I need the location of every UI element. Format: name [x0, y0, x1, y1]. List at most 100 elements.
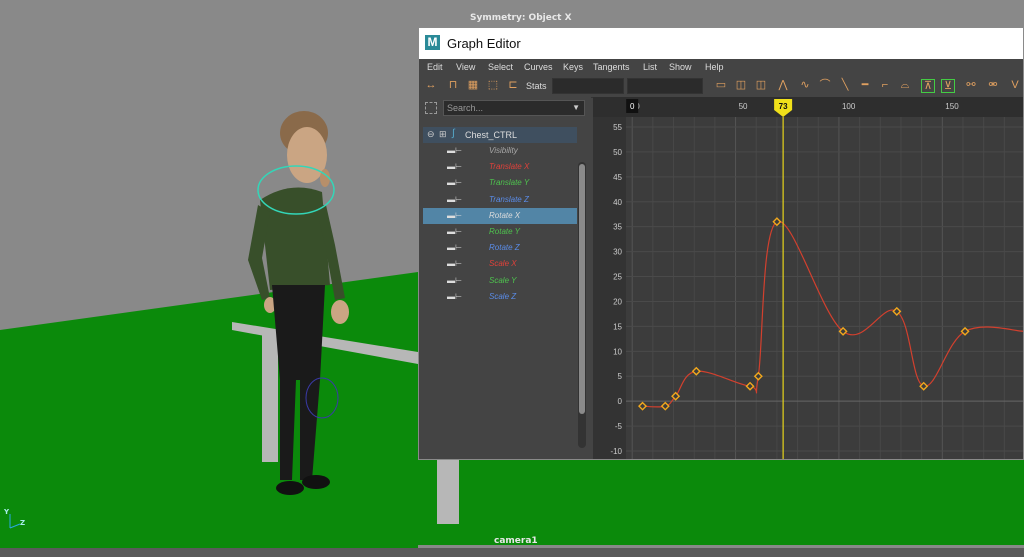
vertical-scroll-thumb[interactable]: [579, 164, 585, 414]
menu-bar: Edit View Select Curves Keys Tangents Li…: [419, 59, 1023, 75]
unify-tangents-icon[interactable]: ⊻: [941, 79, 955, 93]
search-placeholder: Search...: [447, 103, 484, 113]
vertical-scrollbar[interactable]: [578, 162, 586, 448]
value-tick-label: 0: [618, 397, 623, 406]
frame-selection-icon[interactable]: ◫: [735, 79, 747, 91]
attribute-label: Rotate X: [489, 210, 521, 220]
attribute-channel-icon: ▬⊢: [447, 243, 462, 253]
attribute-channel-icon: ▬⊢: [447, 162, 462, 172]
value-tick-label: 35: [613, 223, 622, 232]
frame-all-icon[interactable]: ▭: [715, 79, 727, 91]
attribute-channel-icon: ▬⊢: [447, 146, 462, 155]
frame-tick-label: 50: [739, 102, 748, 111]
free-tangent-weight-icon[interactable]: ⚯: [965, 79, 977, 91]
attribute-channel-icon: ▬⊢: [447, 259, 462, 269]
attribute-row[interactable]: ▬⊢ Translate Z: [423, 192, 577, 208]
attribute-row[interactable]: ▬⊢ Rotate X: [423, 207, 577, 224]
axis-y-label: Y: [4, 508, 10, 516]
move-key-icon[interactable]: ↔: [425, 79, 437, 91]
menu-keys[interactable]: Keys: [563, 62, 583, 72]
graph-view[interactable]: 0501001505550454035302520151050-5-10073: [593, 97, 1024, 460]
value-tick-label: 10: [613, 347, 622, 356]
curve-graph[interactable]: 0501001505550454035302520151050-5-10073: [593, 97, 1024, 460]
outliner-panel: Search... ▼ ⊖ ⊞ ∫ Chest_CTRL ▬⊢ Visibilit…: [419, 97, 591, 459]
rail-post-right: [437, 456, 459, 524]
menu-tangents[interactable]: Tangents: [593, 62, 630, 72]
maya-logo-icon: M: [425, 35, 440, 50]
attribute-label: Visibility: [489, 146, 518, 155]
collapse-icon[interactable]: ⊖: [427, 129, 435, 140]
retime-icon[interactable]: ⊏: [507, 79, 519, 91]
frame-tick-label: 100: [842, 102, 856, 111]
menu-view[interactable]: View: [456, 62, 475, 72]
right-shoe: [302, 475, 330, 489]
value-tick-label: 25: [613, 273, 622, 282]
break-tangents-icon[interactable]: ⊼: [921, 79, 935, 93]
camera-label: camera1: [494, 536, 538, 546]
attribute-label: Translate Y: [489, 178, 530, 188]
lock-tangent-weight-icon[interactable]: ⚮: [987, 79, 999, 91]
attribute-row[interactable]: ▬⊢ Scale Z: [423, 289, 577, 305]
attribute-row[interactable]: ▬⊢ Rotate Y: [423, 224, 577, 240]
spline-tangent-icon[interactable]: ∿: [799, 79, 811, 91]
frame-tick-label: 150: [945, 102, 959, 111]
insert-key-icon[interactable]: ⊓: [447, 79, 459, 91]
attribute-row[interactable]: ▬⊢ Rotate Z: [423, 240, 577, 256]
plateau-tangent-icon[interactable]: ⌓: [899, 79, 911, 91]
search-dropdown-icon[interactable]: ▼: [572, 103, 580, 112]
stats-value-field[interactable]: [627, 78, 703, 94]
symmetry-label: Symmetry: Object X: [470, 13, 572, 23]
graph-editor-title: Graph Editor: [447, 36, 521, 51]
menu-list[interactable]: List: [643, 62, 657, 72]
menu-edit[interactable]: Edit: [427, 62, 443, 72]
menu-help[interactable]: Help: [705, 62, 724, 72]
graph-editor-titlebar[interactable]: M Graph Editor: [419, 28, 1023, 59]
attribute-channel-icon: ▬⊢: [447, 275, 462, 285]
value-ruler: [593, 117, 626, 459]
lattice-icon[interactable]: ▦: [467, 79, 479, 91]
step-tangent-icon[interactable]: ⌐: [879, 79, 891, 91]
clamped-tangent-icon[interactable]: ⌒: [819, 79, 831, 91]
attribute-label: Rotate Z: [489, 243, 520, 253]
viewport-bottom-bar: [0, 548, 1024, 557]
search-input[interactable]: Search... ▼: [443, 100, 585, 116]
value-tick-label: -10: [610, 447, 622, 456]
origin-marker-label: 0: [630, 102, 635, 111]
menu-select[interactable]: Select: [488, 62, 513, 72]
linear-tangent-icon[interactable]: ╲: [839, 79, 851, 91]
auto-tangent-icon[interactable]: ⋀: [777, 79, 789, 91]
ground-plane-right: [418, 455, 1024, 545]
expand-icon[interactable]: ⊞: [439, 129, 447, 140]
flat-tangent-icon[interactable]: ━: [859, 79, 871, 91]
buffer-curve-icon[interactable]: V: [1009, 79, 1021, 91]
torso: [260, 187, 330, 290]
attribute-channel-icon: ▬⊢: [447, 178, 462, 188]
attribute-label: Translate Z: [489, 194, 529, 204]
attribute-row[interactable]: ▬⊢ Scale Y: [423, 273, 577, 289]
current-frame-label: 73: [779, 102, 788, 111]
attribute-row[interactable]: ▬⊢ Scale X: [423, 256, 577, 272]
attribute-label: Scale X: [489, 259, 517, 269]
filter-icon[interactable]: [425, 102, 437, 114]
value-tick-label: 20: [613, 297, 622, 306]
attribute-label: Scale Y: [489, 275, 517, 285]
attribute-row[interactable]: ▬⊢ Translate Y: [423, 175, 577, 191]
menu-show[interactable]: Show: [669, 62, 692, 72]
stats-frame-field[interactable]: [552, 78, 624, 94]
attribute-row[interactable]: ▬⊢ Visibility: [423, 143, 577, 159]
attribute-channel-icon: ▬⊢: [447, 210, 462, 220]
time-ruler: [593, 97, 1023, 117]
value-tick-label: 15: [613, 322, 622, 331]
value-tick-label: 5: [618, 372, 623, 381]
attribute-label: Rotate Y: [489, 227, 520, 236]
graph-editor-window[interactable]: M Graph Editor Edit View Select Curves K…: [418, 27, 1024, 460]
frame-playback-icon[interactable]: ◫: [755, 79, 767, 91]
menu-curves[interactable]: Curves: [524, 62, 553, 72]
region-select-icon[interactable]: ⬚: [487, 79, 499, 91]
nurbs-curve-icon: ∫: [452, 128, 455, 139]
tree-root-row[interactable]: ⊖ ⊞ ∫ Chest_CTRL: [423, 127, 577, 143]
attribute-channel-icon: ▬⊢: [447, 227, 462, 236]
attribute-row[interactable]: ▬⊢ Translate X: [423, 159, 577, 175]
toolbar: ↔ ⊓ ▦ ⬚ ⊏ Stats ▭ ◫ ◫ ⋀ ∿ ⌒ ╲ ━ ⌐ ⌓ ⊼ ⊻ …: [419, 75, 1023, 98]
attribute-channel-icon: ▬⊢: [447, 291, 462, 301]
